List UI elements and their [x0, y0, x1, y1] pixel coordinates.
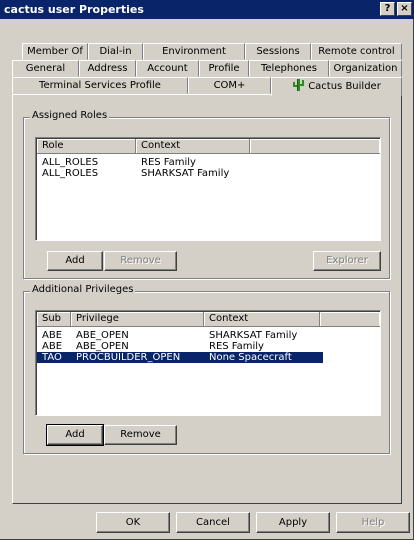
empty-column-header [250, 139, 380, 154]
sub-cell: ABE [42, 341, 63, 352]
tab-general[interactable]: General [12, 60, 79, 77]
properties-dialog: cactus user Properties ? × Member Of Dia… [0, 0, 414, 540]
cancel-button[interactable]: Cancel [176, 512, 250, 533]
table-row[interactable]: ALL_ROLES SHARKSAT Family [37, 168, 379, 179]
help-button[interactable]: ? [380, 2, 395, 16]
privileges-listview[interactable]: Sub Privilege Context ABE ABE_OPEN SHARK… [35, 310, 381, 416]
tab-organization[interactable]: Organization [329, 60, 402, 77]
additional-privileges-group: Additional Privileges Sub Privilege Cont… [23, 284, 390, 454]
sub-column-header[interactable]: Sub [37, 312, 71, 327]
role-cell: ALL_ROLES [42, 157, 99, 168]
privileges-remove-button[interactable]: Remove [104, 425, 177, 445]
apply-button[interactable]: Apply [256, 512, 330, 533]
context-cell: RES Family [209, 341, 264, 352]
context-cell: RES Family [141, 157, 196, 168]
sub-cell: TAO [42, 352, 62, 363]
role-cell: ALL_ROLES [42, 168, 99, 179]
context-column-header[interactable]: Context [204, 312, 320, 327]
roles-header: Role Context [37, 139, 380, 154]
context-cell: None Spacecraft [209, 352, 292, 363]
empty-column-header [320, 312, 380, 327]
tab-cactus-builder[interactable]: Cactus Builder [271, 77, 402, 96]
context-cell: SHARKSAT Family [141, 168, 230, 179]
privilege-column-header[interactable]: Privilege [71, 312, 204, 327]
context-column-header[interactable]: Context [136, 139, 250, 154]
ok-button[interactable]: OK [96, 512, 170, 533]
tab-panel: Assigned Roles Role Context ALL_ROLES RE… [12, 94, 402, 504]
privileges-add-button[interactable]: Add [46, 424, 104, 446]
window-title: cactus user Properties [4, 3, 144, 16]
additional-privileges-label: Additional Privileges [30, 284, 136, 295]
role-column-header[interactable]: Role [37, 139, 136, 154]
explorer-button[interactable]: Explorer [313, 251, 381, 271]
tab-telephones[interactable]: Telephones [249, 60, 329, 77]
tab-com-plus[interactable]: COM+ [188, 77, 271, 94]
table-row[interactable]: ABE ABE_OPEN SHARKSAT Family [37, 330, 379, 341]
tab-account[interactable]: Account [136, 60, 199, 77]
privilege-cell: PROCBUILDER_OPEN [76, 352, 181, 363]
tab-member-of[interactable]: Member Of [22, 43, 88, 60]
assigned-roles-group: Assigned Roles Role Context ALL_ROLES RE… [23, 110, 390, 279]
tab-address[interactable]: Address [79, 60, 136, 77]
tab-remote-control[interactable]: Remote control [311, 43, 402, 60]
table-row[interactable]: ALL_ROLES RES Family [37, 157, 379, 168]
assigned-roles-label: Assigned Roles [30, 110, 110, 121]
table-row[interactable]: ABE ABE_OPEN RES Family [37, 341, 379, 352]
close-button[interactable]: × [397, 2, 412, 16]
roles-add-button[interactable]: Add [47, 251, 103, 271]
tab-sessions[interactable]: Sessions [245, 43, 311, 60]
tab-environment[interactable]: Environment [143, 43, 245, 60]
title-bar: cactus user Properties ? × [0, 0, 414, 19]
cactus-icon [293, 79, 305, 91]
tab-dial-in[interactable]: Dial-in [88, 43, 143, 60]
roles-listview[interactable]: Role Context ALL_ROLES RES Family ALL_RO… [35, 137, 381, 241]
tab-cactus-builder-label: Cactus Builder [308, 81, 381, 92]
tab-profile[interactable]: Profile [199, 60, 249, 77]
privilege-cell: ABE_OPEN [76, 341, 129, 352]
table-row-selected[interactable]: TAO PROCBUILDER_OPEN None Spacecraft [37, 352, 323, 363]
privileges-header: Sub Privilege Context [37, 312, 380, 327]
help-dialog-button[interactable]: Help [336, 512, 410, 533]
roles-remove-button[interactable]: Remove [104, 251, 177, 271]
privilege-cell: ABE_OPEN [76, 330, 129, 341]
sub-cell: ABE [42, 330, 63, 341]
context-cell: SHARKSAT Family [209, 330, 298, 341]
tab-terminal-services-profile[interactable]: Terminal Services Profile [12, 77, 188, 94]
